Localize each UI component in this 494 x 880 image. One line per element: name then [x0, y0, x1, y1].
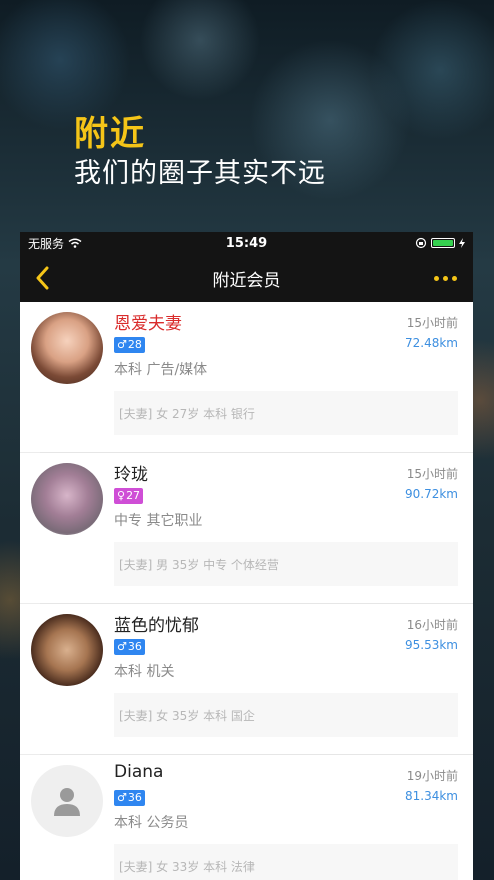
last-active-time: 15小时前	[406, 316, 458, 330]
promo-subtitle: 我们的圈子其实不远	[74, 158, 326, 189]
carrier-label: 无服务	[28, 236, 65, 251]
member-name: Diana	[114, 762, 164, 782]
status-bar: 无服务 15:49	[20, 232, 473, 254]
age-label: 27	[126, 489, 141, 502]
distance-label: 90.72km	[405, 487, 458, 501]
gender-age-badge: ♂ 36	[114, 639, 145, 655]
status-time: 15:49	[225, 235, 268, 251]
member-list-item[interactable]: 玲珑 ♀ 27 中专 其它职业 15小时前 90.72km [夫妻] 男 35岁…	[20, 453, 473, 604]
distance-label: 72.48km	[405, 336, 458, 350]
page-title: 附近会员	[212, 270, 281, 291]
more-button[interactable]	[417, 254, 473, 302]
member-education-occupation: 中专 其它职业	[114, 513, 203, 529]
male-icon: ♂	[117, 640, 127, 653]
member-list: 恩爱夫妻 ♂ 28 本科 广告/媒体 15小时前 72.48km [夫妻] 女 …	[20, 302, 473, 880]
member-education-occupation: 本科 广告/媒体	[114, 362, 208, 378]
member-list-item[interactable]: Diana ♂ 36 本科 公务员 19小时前 81.34km [夫妻] 女 3…	[20, 755, 473, 880]
promo-title: 附近	[74, 114, 146, 154]
charging-icon	[459, 238, 465, 248]
member-list-item[interactable]: 蓝色的忧郁 ♂ 36 本科 机关 16小时前 95.53km [夫妻] 女 35…	[20, 604, 473, 755]
partner-description: [夫妻] 男 35岁 中专 个体经营	[114, 542, 458, 586]
orientation-lock-icon	[415, 237, 427, 249]
age-label: 28	[127, 338, 142, 351]
member-name: 恩爱夫妻	[114, 314, 182, 334]
avatar[interactable]	[31, 765, 103, 837]
battery-icon	[431, 238, 455, 248]
wifi-icon	[68, 238, 82, 248]
back-button[interactable]	[20, 254, 64, 302]
avatar[interactable]	[31, 463, 103, 535]
gender-age-badge: ♀ 27	[114, 488, 144, 504]
last-active-time: 15小时前	[406, 467, 458, 481]
phone-screen: 无服务 15:49 附近会员 恩爱夫妻 ♂ 28 本科 广告/媒体 15小时前 …	[20, 232, 473, 880]
age-label: 36	[127, 791, 142, 804]
male-icon: ♂	[117, 338, 127, 351]
navigation-bar: 附近会员	[20, 254, 473, 302]
last-active-time: 16小时前	[406, 618, 458, 632]
member-list-item[interactable]: 恩爱夫妻 ♂ 28 本科 广告/媒体 15小时前 72.48km [夫妻] 女 …	[20, 302, 473, 453]
distance-label: 81.34km	[405, 789, 458, 803]
partner-description: [夫妻] 女 35岁 本科 国企	[114, 693, 458, 737]
distance-label: 95.53km	[405, 638, 458, 652]
promo-caption: 附近 我们的圈子其实不远	[74, 112, 326, 192]
chevron-left-icon	[36, 266, 49, 290]
member-education-occupation: 本科 机关	[114, 664, 175, 680]
partner-description: [夫妻] 女 27岁 本科 银行	[114, 391, 458, 435]
avatar[interactable]	[31, 614, 103, 686]
member-education-occupation: 本科 公务员	[114, 815, 189, 831]
partner-description: [夫妻] 女 33岁 本科 法律	[114, 844, 458, 880]
member-name: 蓝色的忧郁	[114, 616, 199, 636]
gender-age-badge: ♂ 28	[114, 337, 145, 353]
more-dots-icon	[433, 275, 439, 281]
age-label: 36	[127, 640, 142, 653]
female-icon: ♀	[117, 489, 126, 502]
male-icon: ♂	[117, 791, 127, 804]
last-active-time: 19小时前	[406, 769, 458, 783]
member-name: 玲珑	[114, 465, 148, 485]
avatar[interactable]	[31, 312, 103, 384]
default-user-icon	[54, 788, 80, 816]
gender-age-badge: ♂ 36	[114, 790, 145, 806]
